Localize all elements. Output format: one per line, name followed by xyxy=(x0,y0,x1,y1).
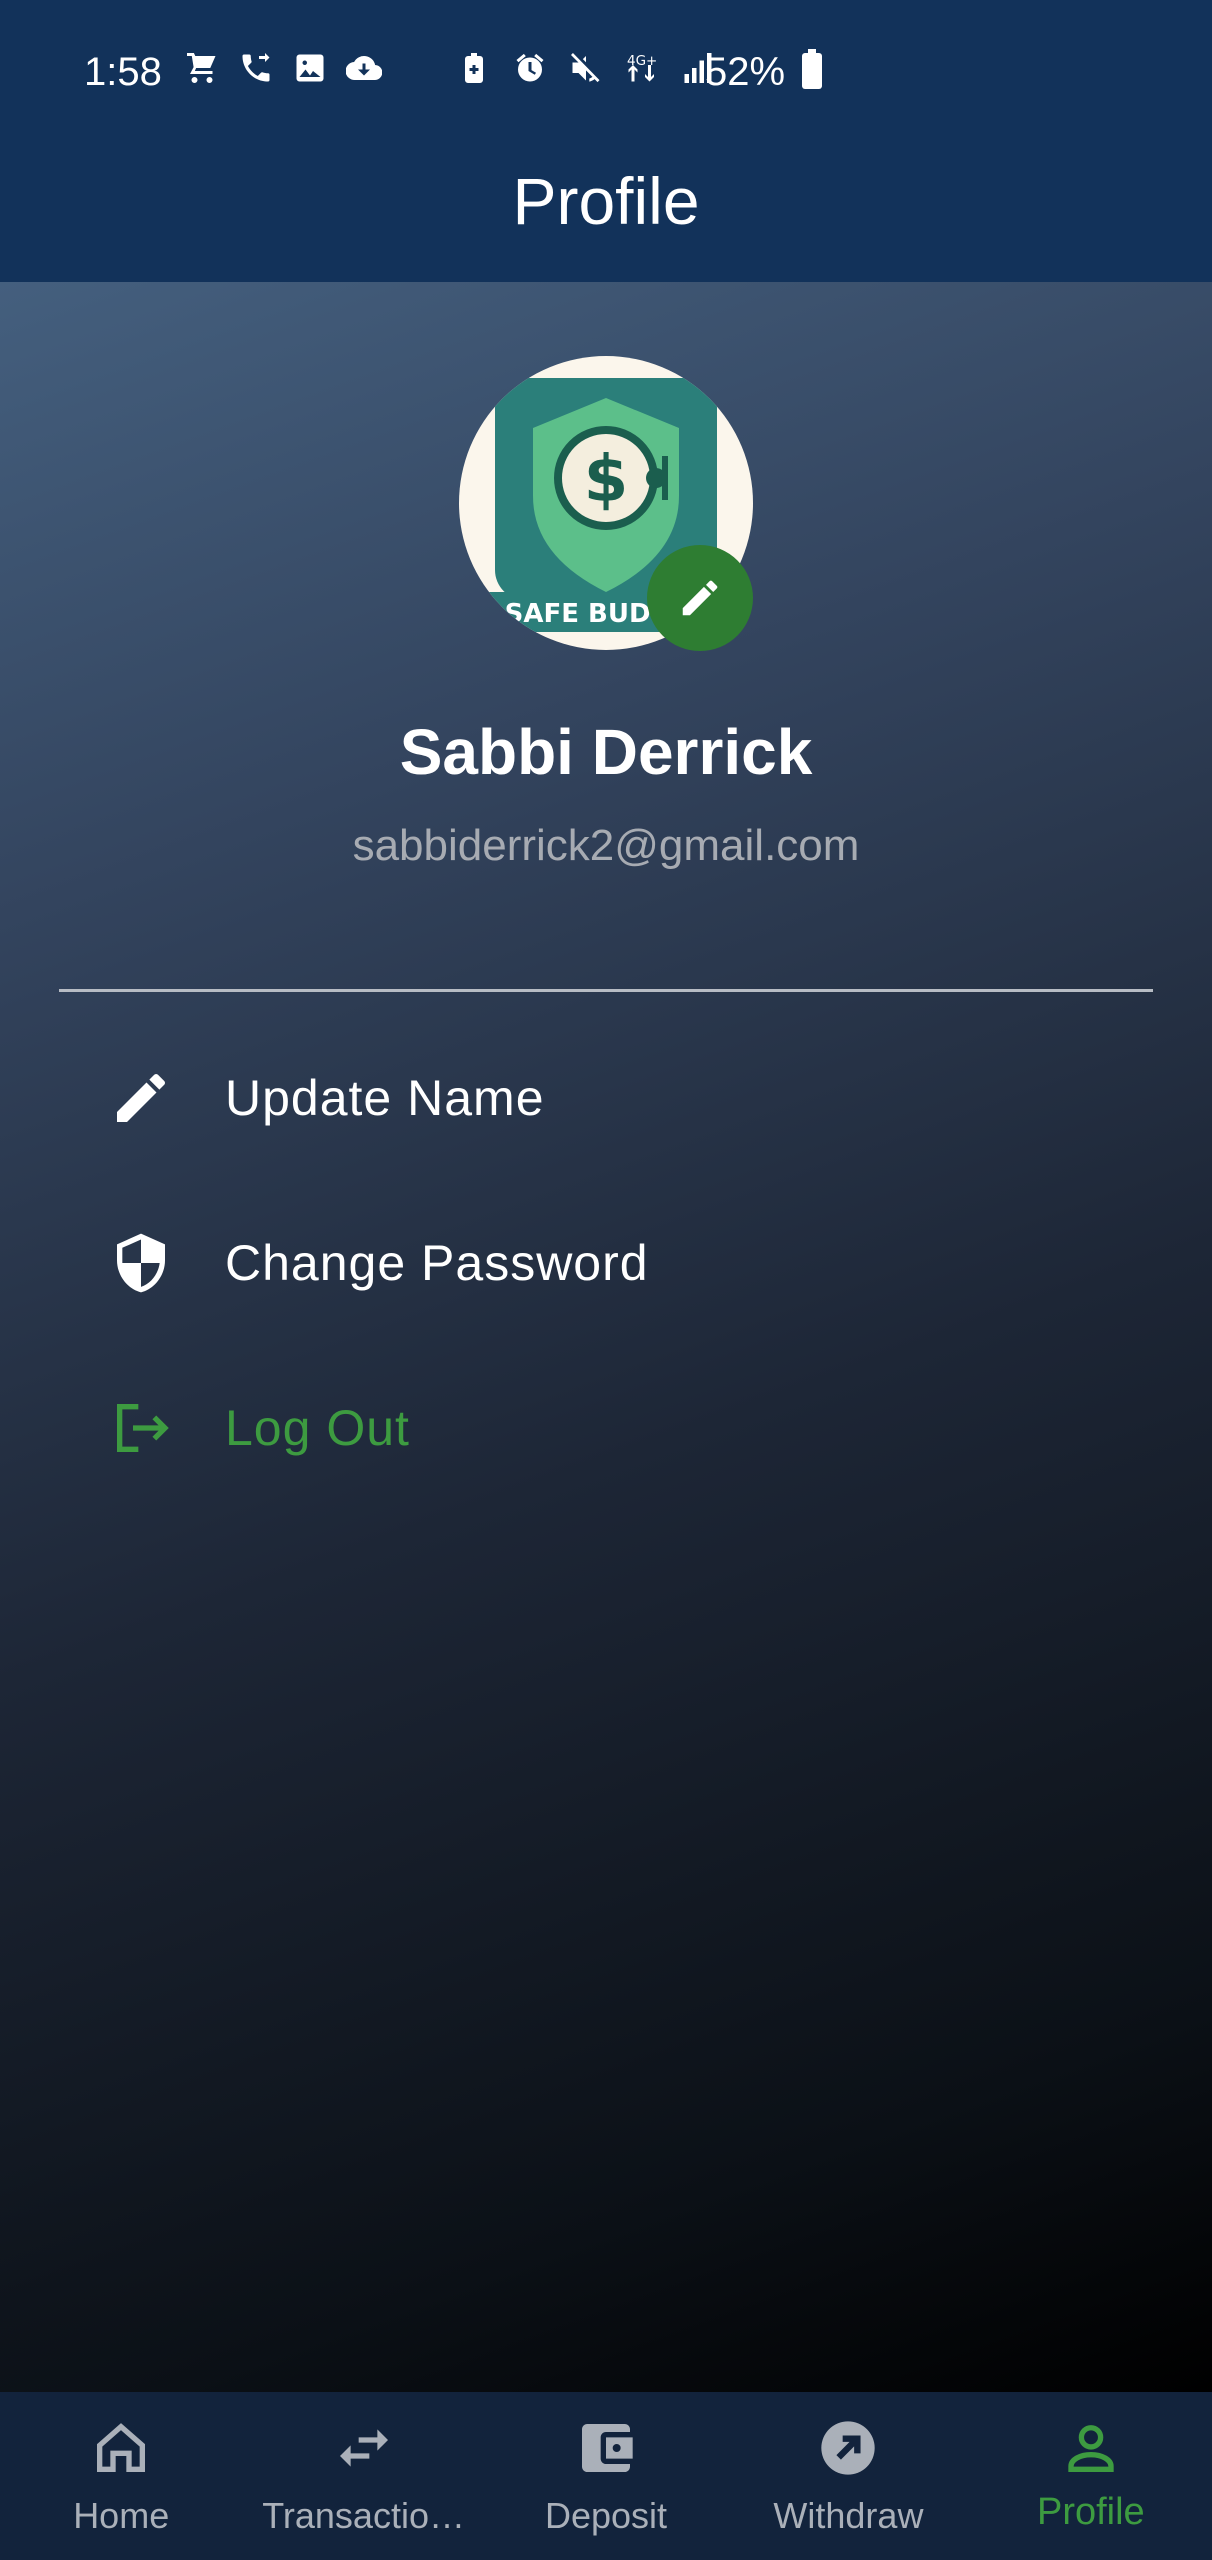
status-notification-icons xyxy=(184,50,382,86)
swap-arrows-icon xyxy=(339,2429,388,2467)
nav-label: Withdraw xyxy=(773,2495,924,2536)
cloud-download-icon xyxy=(346,56,382,81)
wallet-icon xyxy=(582,2424,633,2472)
status-system-icons: 4G+ xyxy=(456,50,716,86)
divider xyxy=(59,989,1153,992)
battery-percent: 52% xyxy=(705,50,786,94)
nav-item-withdraw[interactable]: Withdraw xyxy=(727,2392,969,2560)
logout-icon xyxy=(117,1404,169,1452)
pencil-icon xyxy=(117,1073,166,1122)
profile-name: Sabbi Derrick xyxy=(399,716,813,788)
battery-saver-icon xyxy=(465,53,483,83)
person-icon xyxy=(1068,2425,1114,2472)
image-icon xyxy=(296,54,324,82)
change-password-button[interactable]: Change Password xyxy=(59,1188,1153,1338)
menu-item-label: Change Password xyxy=(225,1235,649,1291)
menu-item-label: Log Out xyxy=(225,1400,410,1456)
alarm-icon xyxy=(516,53,544,82)
svg-text:$: $ xyxy=(584,443,629,517)
shield-icon xyxy=(117,1233,165,1293)
home-icon xyxy=(97,2423,146,2472)
menu-item-label: Update Name xyxy=(225,1070,545,1126)
network-4g-icon: 4G+ xyxy=(627,53,657,82)
nav-label: Transactio… xyxy=(262,2495,465,2536)
log-out-button[interactable]: Log Out xyxy=(59,1353,1153,1503)
pencil-icon xyxy=(682,580,718,616)
nav-item-transactions[interactable]: Transactio… xyxy=(242,2392,484,2560)
status-bar: 1:58 4G+ 52% xyxy=(0,0,1212,140)
edit-avatar-button[interactable] xyxy=(647,545,753,651)
call-forward-icon xyxy=(242,53,270,82)
nav-label: Deposit xyxy=(544,2495,668,2536)
nav-item-deposit[interactable]: Deposit xyxy=(485,2392,727,2560)
update-name-button[interactable]: Update Name xyxy=(59,1023,1153,1173)
arrow-up-right-icon xyxy=(821,2421,876,2475)
status-time: 1:58 xyxy=(84,50,162,94)
app-bar: Profile xyxy=(0,140,1212,282)
profile-email: sabbiderrick2@gmail.com xyxy=(352,821,860,870)
battery-icon xyxy=(802,49,822,89)
nav-label: Profile xyxy=(1036,2491,1145,2533)
mute-icon xyxy=(571,53,600,83)
nav-item-home[interactable]: Home xyxy=(0,2392,242,2560)
shopping-cart-icon xyxy=(187,53,216,83)
nav-item-profile[interactable]: Profile xyxy=(970,2392,1212,2560)
nav-label: Home xyxy=(73,2495,170,2536)
page-title: Profile xyxy=(512,164,700,238)
bottom-navigation: Home Transactio… Deposit Withdraw Profil… xyxy=(0,2392,1212,2560)
